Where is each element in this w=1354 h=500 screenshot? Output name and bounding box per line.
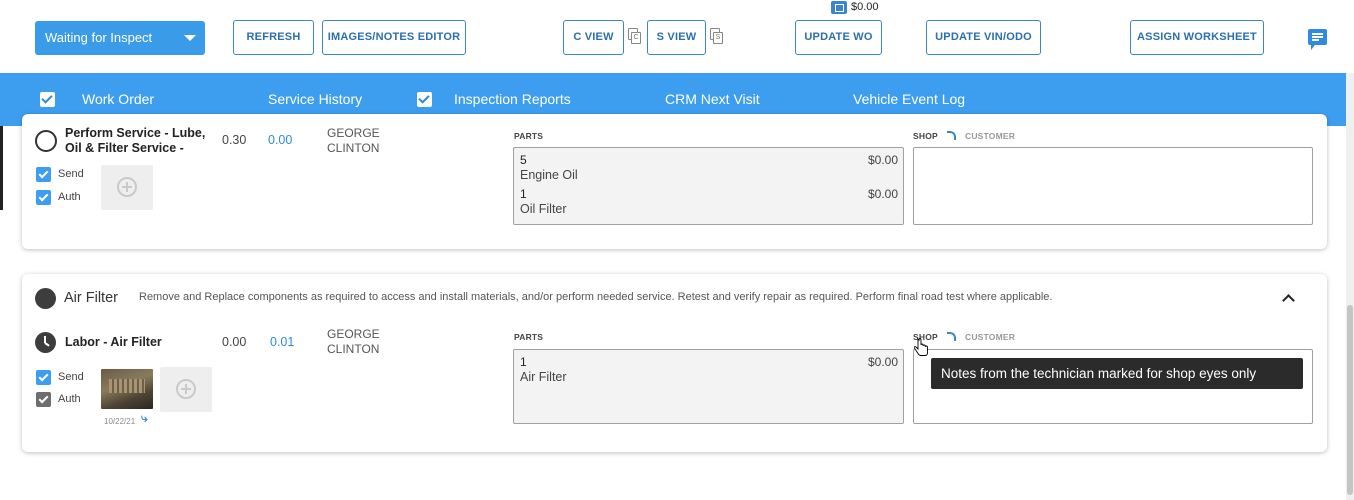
status-filled-circle-icon[interactable] <box>35 288 56 309</box>
send-label: Send <box>58 168 84 180</box>
update-wo-price-value: $0.00 <box>851 1 879 13</box>
printer-icon <box>831 0 847 14</box>
technician-name-line1: GEORGE <box>327 327 380 341</box>
clock-icon <box>35 332 56 353</box>
swap-icon[interactable] <box>947 131 956 140</box>
part-name: Engine Oil <box>520 168 578 182</box>
tab-work-order-checkbox[interactable] <box>40 92 55 107</box>
copy-c-letter: C <box>631 32 641 44</box>
service-cost[interactable]: 0.00 <box>268 133 292 147</box>
auth-label: Auth <box>58 191 81 203</box>
service-title: Air Filter <box>64 290 118 306</box>
service-description: Remove and Replace components as require… <box>139 291 1053 303</box>
refresh-button[interactable]: REFRESH <box>233 20 314 55</box>
part-qty: 1 <box>520 187 527 201</box>
customer-label[interactable]: CUSTOMER <box>965 131 1015 141</box>
swap-icon[interactable] <box>947 332 956 341</box>
update-wo-button[interactable]: UPDATE WO <box>795 20 882 55</box>
hand-cursor-icon <box>914 338 928 356</box>
tab-crm-next-visit[interactable]: CRM Next Visit <box>665 91 760 107</box>
part-name: Oil Filter <box>520 202 567 216</box>
part-price: $0.00 <box>867 187 898 201</box>
auth-label: Auth <box>58 393 81 405</box>
technician-name: GEORGE CLINTON <box>327 126 380 156</box>
tab-inspection-reports-checkbox[interactable] <box>417 92 432 107</box>
copy-c-icon[interactable]: C <box>628 28 642 45</box>
tab-work-order[interactable]: Work Order <box>82 91 154 107</box>
auth-checkbox[interactable] <box>36 392 51 407</box>
plus-icon <box>117 177 137 197</box>
parts-label: PARTS <box>514 131 544 141</box>
update-wo-price: $0.00 <box>831 0 879 14</box>
shop-notes-tooltip: Notes from the technician marked for sho… <box>931 358 1303 389</box>
update-vin-odo-button[interactable]: UPDATE VIN/ODO <box>926 20 1041 55</box>
chevron-down-icon <box>184 35 196 41</box>
part-qty: 1 <box>520 355 527 369</box>
left-edge-divider <box>0 126 3 210</box>
technician-name-line2: CLINTON <box>327 141 380 155</box>
labor-name: Labor - Air Filter <box>65 335 162 349</box>
add-photo-button[interactable] <box>160 367 212 412</box>
labor-hours: 0.00 <box>222 335 247 349</box>
parts-list[interactable]: 5 $0.00 Engine Oil 1 $0.00 Oil Filter <box>513 147 904 225</box>
customer-label[interactable]: CUSTOMER <box>965 332 1015 342</box>
copy-s-icon[interactable]: S <box>710 28 724 45</box>
tab-inspection-reports[interactable]: Inspection Reports <box>454 91 571 107</box>
copy-s-letter: S <box>713 32 723 44</box>
parts-label: PARTS <box>514 332 544 342</box>
send-checkbox[interactable] <box>36 167 51 182</box>
service-name-line2: Oil & Filter Service - <box>65 141 184 155</box>
send-checkbox[interactable] <box>36 370 51 385</box>
part-price: $0.00 <box>867 153 898 167</box>
tab-service-history[interactable]: Service History <box>268 91 362 107</box>
shop-label[interactable]: SHOP <box>913 131 938 141</box>
technician-name-line1: GEORGE <box>327 126 380 140</box>
assign-worksheet-button[interactable]: ASSIGN WORKSHEET <box>1130 20 1264 55</box>
s-view-button[interactable]: S VIEW <box>647 20 706 55</box>
auth-checkbox[interactable] <box>36 190 51 205</box>
plus-icon <box>176 379 196 399</box>
share-arrow-icon[interactable]: ⤷ <box>141 411 148 426</box>
images-notes-editor-button[interactable]: IMAGES/NOTES EDITOR <box>322 20 466 55</box>
status-dropdown[interactable]: Waiting for Inspect <box>35 21 205 55</box>
status-dropdown-value: Waiting for Inspect <box>45 30 153 45</box>
c-view-button[interactable]: C VIEW <box>563 20 624 55</box>
service-name-line1: Perform Service - Lube, <box>65 126 206 140</box>
send-label: Send <box>58 371 84 383</box>
labor-cost[interactable]: 0.01 <box>270 335 294 349</box>
parts-list[interactable]: 1 $0.00 Air Filter <box>513 349 904 424</box>
service-hours: 0.30 <box>222 133 247 147</box>
photo-date: 10/22/21 <box>104 417 136 426</box>
shop-notes-field[interactable] <box>913 147 1313 225</box>
service-name: Perform Service - Lube, Oil & Filter Ser… <box>65 126 205 156</box>
part-qty: 5 <box>520 153 527 167</box>
technician-name: GEORGE CLINTON <box>327 327 380 357</box>
chat-icon[interactable] <box>1308 29 1327 50</box>
part-name: Air Filter <box>520 370 567 384</box>
part-price: $0.00 <box>867 355 898 369</box>
status-circle-icon[interactable] <box>35 130 57 152</box>
tab-vehicle-event-log[interactable]: Vehicle Event Log <box>853 91 965 107</box>
technician-name-line2: CLINTON <box>327 342 380 356</box>
scrollbar-thumb[interactable] <box>1347 305 1353 495</box>
inspection-photo-thumbnail[interactable] <box>101 369 153 409</box>
add-photo-button[interactable] <box>101 165 153 210</box>
